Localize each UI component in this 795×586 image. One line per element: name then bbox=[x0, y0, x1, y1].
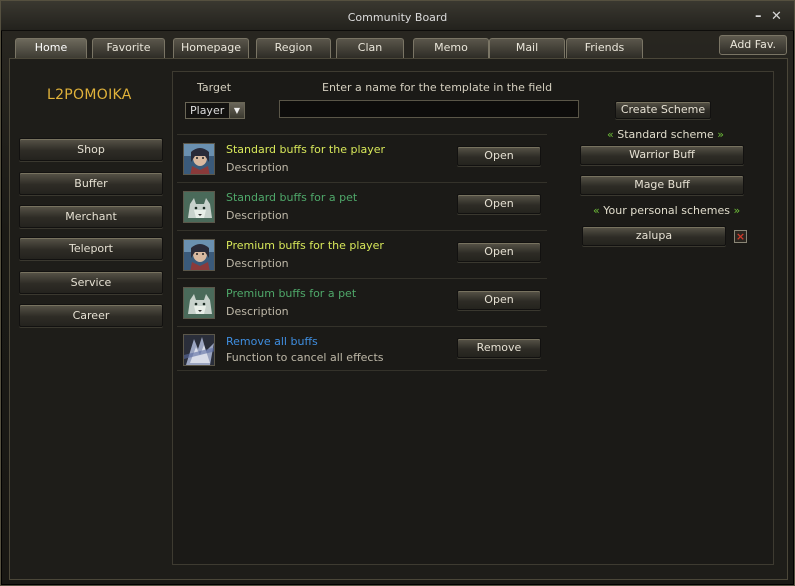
quote-left: « bbox=[607, 128, 614, 141]
open-button[interactable]: Open bbox=[457, 290, 541, 310]
warrior-buff-button[interactable]: Warrior Buff bbox=[580, 145, 744, 165]
delete-scheme-icon[interactable]: × bbox=[734, 230, 747, 243]
buff-row-description: Description bbox=[226, 257, 289, 270]
standard-scheme-text: Standard scheme bbox=[617, 128, 714, 141]
template-name-input[interactable] bbox=[279, 100, 579, 118]
sidebar-teleport-button[interactable]: Teleport bbox=[19, 237, 163, 260]
sidebar-service-button[interactable]: Service bbox=[19, 271, 163, 294]
tab-memo[interactable]: Memo bbox=[413, 38, 489, 58]
wolf-pet-icon bbox=[183, 191, 215, 223]
target-select[interactable]: Player ▼ bbox=[185, 102, 245, 119]
tab-home[interactable]: Home bbox=[15, 38, 87, 59]
personal-scheme-button[interactable]: zalupa bbox=[582, 226, 726, 246]
sidebar-shop-button[interactable]: Shop bbox=[19, 138, 163, 161]
remove-button[interactable]: Remove bbox=[457, 338, 541, 358]
buff-row-title: Standard buffs for the player bbox=[226, 143, 386, 156]
buff-row: Standard buffs for a pet Description Ope… bbox=[177, 183, 547, 231]
buff-row: Premium buffs for the player Description… bbox=[177, 231, 547, 279]
server-brand: L2POMOIKA bbox=[47, 87, 132, 103]
open-button[interactable]: Open bbox=[457, 146, 541, 166]
add-favorite-button[interactable]: Add Fav. bbox=[719, 35, 787, 55]
open-button[interactable]: Open bbox=[457, 194, 541, 214]
tab-clan[interactable]: Clan bbox=[336, 38, 404, 58]
buff-row: Premium buffs for a pet Description Open bbox=[177, 279, 547, 327]
minimize-icon[interactable]: – bbox=[755, 10, 762, 24]
template-name-hint: Enter a name for the template in the fie… bbox=[322, 81, 553, 94]
cancel-effects-icon bbox=[183, 334, 215, 366]
wolf-pet-icon bbox=[183, 287, 215, 319]
mystic-portrait-icon bbox=[183, 143, 215, 175]
window-title: Community Board bbox=[347, 11, 448, 24]
close-icon[interactable]: ✕ bbox=[771, 10, 782, 24]
sidebar-career-button[interactable]: Career bbox=[19, 304, 163, 327]
tab-mail[interactable]: Mail bbox=[489, 38, 565, 58]
create-scheme-button[interactable]: Create Scheme bbox=[615, 101, 711, 119]
buff-row: Remove all buffs Function to cancel all … bbox=[177, 327, 547, 371]
quote-left: « bbox=[593, 204, 600, 217]
buff-row: Standard buffs for the player Descriptio… bbox=[177, 135, 547, 183]
quote-right: » bbox=[733, 204, 741, 217]
tab-favorite[interactable]: Favorite bbox=[92, 38, 165, 58]
buff-row-description: Description bbox=[226, 209, 289, 222]
chevron-down-icon[interactable]: ▼ bbox=[229, 103, 244, 118]
target-select-value: Player bbox=[190, 104, 225, 117]
tab-friends[interactable]: Friends bbox=[566, 38, 643, 58]
tab-homepage[interactable]: Homepage bbox=[173, 38, 249, 58]
target-label: Target bbox=[197, 81, 232, 94]
buff-row-description: Description bbox=[226, 161, 289, 174]
buff-row-description: Description bbox=[226, 305, 289, 318]
tab-region[interactable]: Region bbox=[256, 38, 331, 58]
buff-row-title: Premium buffs for the player bbox=[226, 239, 384, 252]
sidebar-buffer-button[interactable]: Buffer bbox=[19, 172, 163, 195]
open-button[interactable]: Open bbox=[457, 242, 541, 262]
buff-row-title: Standard buffs for a pet bbox=[226, 191, 358, 204]
mystic-portrait-icon bbox=[183, 239, 215, 271]
quote-right: » bbox=[717, 128, 725, 141]
community-board-window: Community Board – ✕ Home Favorite Homepa… bbox=[0, 0, 795, 586]
buff-row-title: Premium buffs for a pet bbox=[226, 287, 357, 300]
mage-buff-button[interactable]: Mage Buff bbox=[580, 175, 744, 195]
buff-row-title: Remove all buffs bbox=[226, 335, 318, 348]
standard-scheme-label: « Standard scheme » bbox=[607, 128, 724, 141]
title-bar[interactable]: Community Board – ✕ bbox=[1, 1, 794, 31]
personal-schemes-text: Your personal schemes bbox=[603, 204, 730, 217]
sidebar-merchant-button[interactable]: Merchant bbox=[19, 205, 163, 228]
buff-row-description: Function to cancel all effects bbox=[226, 351, 384, 364]
personal-schemes-label: « Your personal schemes » bbox=[593, 204, 740, 217]
